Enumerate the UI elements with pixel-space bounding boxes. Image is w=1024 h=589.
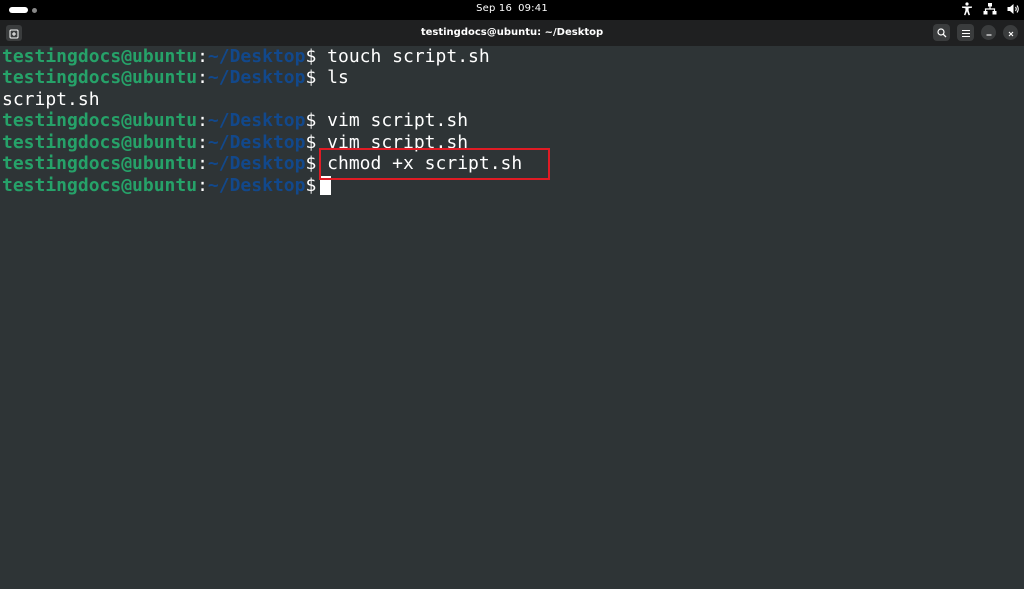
highlight-box <box>319 148 550 180</box>
clock-date: Sep 16 <box>476 3 513 14</box>
prompt-dollar: $ <box>305 46 317 67</box>
prompt-path: ~/Desktop <box>207 46 306 67</box>
window-title: testingdocs@ubuntu: ~/Desktop <box>420 27 604 38</box>
terminal-line: script.sh <box>2 89 100 110</box>
prompt-user: testingdocs@ubuntu <box>2 46 198 67</box>
terminal-line: testingdocs@ubuntu:~/Desktop$ touch scri… <box>2 46 490 67</box>
prompt-colon: : <box>197 110 208 131</box>
network-icon[interactable] <box>983 3 997 15</box>
prompt-user: testingdocs@ubuntu <box>2 67 198 88</box>
terminal-line: testingdocs@ubuntu:~/Desktop$ ls <box>2 67 349 88</box>
command-text: ls <box>316 67 349 88</box>
close-icon <box>1007 23 1015 42</box>
clock[interactable]: Sep 16 09:41 <box>0 3 1024 14</box>
prompt-user: testingdocs@ubuntu <box>2 110 198 131</box>
prompt-path: ~/Desktop <box>207 132 306 153</box>
prompt-path: ~/Desktop <box>207 67 306 88</box>
terminal-header-bar: testingdocs@ubuntu: ~/Desktop <box>0 20 1024 47</box>
prompt-colon: : <box>197 132 208 153</box>
system-top-bar: Sep 16 09:41 <box>0 0 1024 20</box>
close-button[interactable] <box>1003 25 1018 40</box>
minimize-button[interactable] <box>981 25 996 40</box>
prompt-colon: : <box>197 153 208 174</box>
command-text: vim script.sh <box>316 110 469 131</box>
prompt-path: ~/Desktop <box>207 110 306 131</box>
terminal-output[interactable]: testingdocs@ubuntu:~/Desktop$ touch scri… <box>0 46 1024 589</box>
header-controls <box>933 24 1018 41</box>
prompt-colon: : <box>197 175 208 196</box>
prompt-path: ~/Desktop <box>207 175 306 196</box>
prompt-colon: : <box>197 67 208 88</box>
menu-icon <box>961 23 971 42</box>
terminal-line: testingdocs@ubuntu:~/Desktop$ <box>2 175 332 196</box>
prompt-user: testingdocs@ubuntu <box>2 175 198 196</box>
menu-button[interactable] <box>957 24 974 41</box>
prompt-dollar: $ <box>305 153 317 174</box>
prompt-dollar: $ <box>305 110 317 131</box>
terminal-line: testingdocs@ubuntu:~/Desktop$ vim script… <box>2 110 468 131</box>
command-output: script.sh <box>2 89 100 110</box>
minimize-icon <box>985 23 993 42</box>
prompt-dollar: $ <box>305 67 317 88</box>
clock-time: 09:41 <box>518 3 548 14</box>
prompt-colon: : <box>197 46 208 67</box>
prompt-path: ~/Desktop <box>207 153 306 174</box>
volume-icon[interactable] <box>1007 3 1020 15</box>
prompt-user: testingdocs@ubuntu <box>2 153 198 174</box>
prompt-dollar: $ <box>305 132 317 153</box>
search-icon <box>936 23 947 42</box>
prompt-dollar: $ <box>305 175 317 196</box>
accessibility-icon[interactable] <box>961 2 973 16</box>
search-button[interactable] <box>933 24 950 41</box>
prompt-user: testingdocs@ubuntu <box>2 132 198 153</box>
command-text: touch script.sh <box>316 46 490 67</box>
system-tray[interactable] <box>961 2 1020 16</box>
